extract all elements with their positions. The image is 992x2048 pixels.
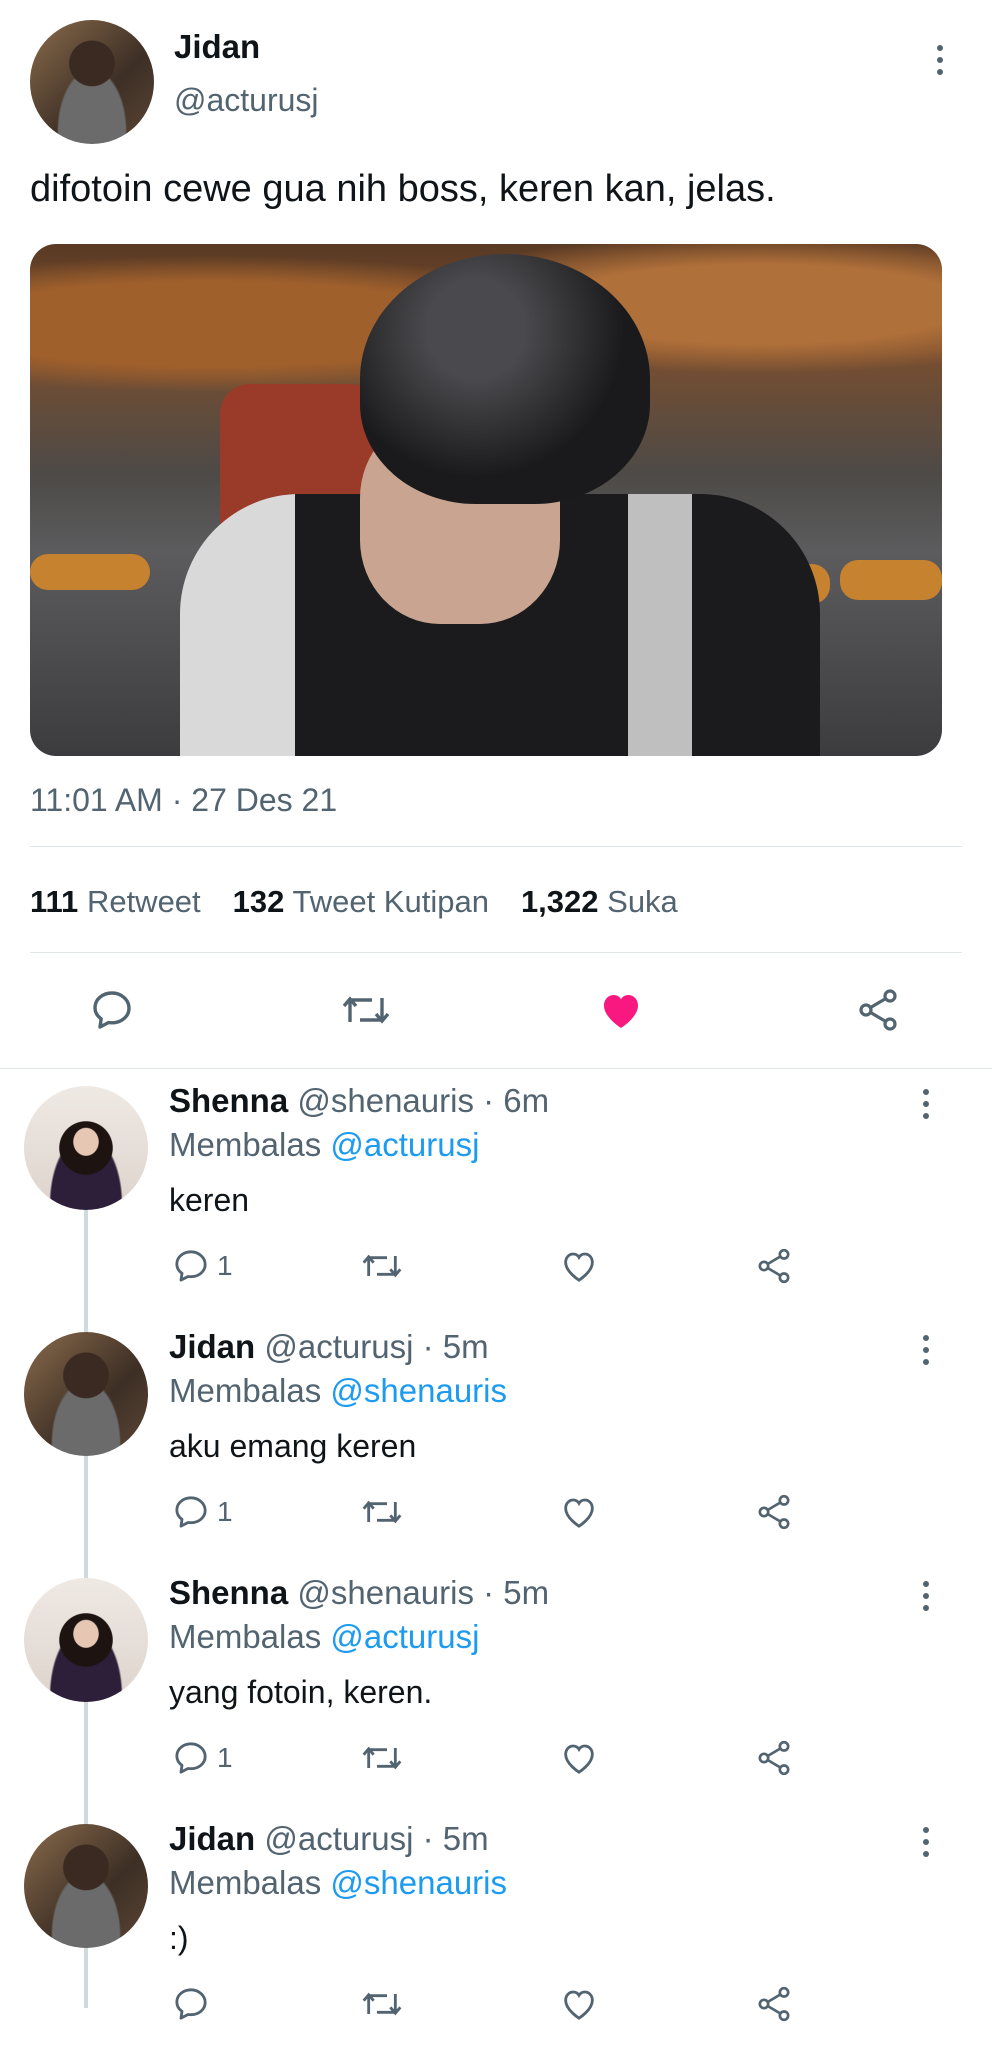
reply-author-name[interactable]: Jidan — [169, 1820, 255, 1857]
reply-button[interactable] — [88, 986, 136, 1034]
reply-author-name[interactable]: Shenna — [169, 1082, 288, 1119]
more-options-icon[interactable] — [914, 1822, 938, 1862]
more-options-icon[interactable] — [928, 40, 952, 80]
avatar[interactable] — [24, 1578, 148, 1702]
reply-button[interactable]: 1 — [171, 1246, 233, 1286]
tweet-text: difotoin cewe gua nih boss, keren kan, j… — [30, 168, 776, 210]
heart-icon — [564, 1744, 594, 1774]
share-button[interactable] — [754, 1246, 794, 1286]
reply-tweet[interactable]: Jidan @acturusj · 5m Membalas @shenauris… — [0, 1820, 992, 2048]
avatar[interactable] — [24, 1824, 148, 1948]
share-button[interactable] — [754, 1492, 794, 1532]
replying-to-label: Membalas — [169, 1126, 322, 1163]
reply-icon — [93, 991, 131, 1029]
quote-stat[interactable]: 132 Tweet Kutipan — [233, 884, 489, 920]
reply-count: 1 — [217, 1250, 233, 1281]
reply-meta: @acturusj · 5m — [264, 1328, 489, 1365]
share-icon — [859, 989, 897, 1031]
like-button[interactable] — [596, 986, 646, 1034]
avatar[interactable] — [24, 1332, 148, 1456]
divider — [30, 846, 962, 847]
reply-text: aku emang keren — [169, 1428, 417, 1464]
tweet-photo[interactable] — [30, 244, 942, 756]
heart-icon — [564, 1252, 594, 1282]
more-options-icon[interactable] — [914, 1330, 938, 1370]
more-options-icon[interactable] — [914, 1084, 938, 1124]
retweet-button[interactable] — [340, 986, 392, 1034]
share-icon — [758, 1248, 790, 1284]
tweet-timestamp[interactable]: 11:01 AM · 27 Des 21 — [30, 782, 337, 819]
author-handle[interactable]: @acturusj — [174, 82, 319, 119]
retweet-button[interactable] — [360, 1738, 404, 1778]
reply-tweet[interactable]: Shenna @shenauris · 6m Membalas @acturus… — [0, 1082, 992, 1328]
retweet-icon — [362, 1992, 402, 2016]
like-button[interactable] — [558, 1738, 600, 1778]
retweet-icon — [362, 1254, 402, 1278]
like-button[interactable] — [558, 1492, 600, 1532]
reply-text: keren — [169, 1182, 250, 1218]
reply-button[interactable]: 1 — [171, 1738, 233, 1778]
reply-tweet[interactable]: Shenna @shenauris · 5m Membalas @acturus… — [0, 1574, 992, 1820]
reply-icon — [175, 1988, 207, 2020]
retweet-button[interactable] — [360, 1246, 404, 1286]
avatar[interactable] — [24, 1086, 148, 1210]
reply-count: 1 — [217, 1742, 233, 1773]
reply-count: 1 — [217, 1496, 233, 1527]
reply-icon — [175, 1250, 207, 1282]
reply-tweet[interactable]: Jidan @acturusj · 5m Membalas @shenauris… — [0, 1328, 992, 1574]
reply-button[interactable]: 1 — [171, 1492, 233, 1532]
reply-button[interactable] — [171, 1984, 217, 2024]
reply-meta: @shenauris · 6m — [297, 1082, 550, 1119]
heart-filled-icon — [604, 995, 638, 1028]
replying-to-label: Membalas — [169, 1864, 322, 1901]
mention-link[interactable]: @shenauris — [330, 1372, 507, 1409]
reply-text: yang fotoin, keren. — [169, 1674, 433, 1710]
share-button[interactable] — [854, 986, 902, 1034]
share-icon — [758, 1494, 790, 1530]
share-button[interactable] — [754, 1738, 794, 1778]
like-button[interactable] — [558, 1246, 600, 1286]
like-stat[interactable]: 1,322 Suka — [521, 884, 678, 920]
replying-to-label: Membalas — [169, 1372, 322, 1409]
tweet-stats: 111 Retweet 132 Tweet Kutipan 1,322 Suka — [30, 884, 678, 920]
replying-to-label: Membalas — [169, 1618, 322, 1655]
heart-icon — [564, 1990, 594, 2020]
reply-list: Shenna @shenauris · 6m Membalas @acturus… — [0, 1082, 992, 2048]
author-name[interactable]: Jidan — [174, 28, 260, 66]
divider — [0, 1068, 992, 1069]
share-icon — [758, 1740, 790, 1776]
reply-meta: @acturusj · 5m — [264, 1820, 489, 1857]
mention-link[interactable]: @acturusj — [330, 1618, 479, 1655]
share-button[interactable] — [754, 1984, 794, 2024]
reply-meta: @shenauris · 5m — [297, 1574, 550, 1611]
reply-icon — [175, 1496, 207, 1528]
retweet-icon — [362, 1500, 402, 1524]
mention-link[interactable]: @shenauris — [330, 1864, 507, 1901]
like-button[interactable] — [558, 1984, 600, 2024]
reply-author-name[interactable]: Jidan — [169, 1328, 255, 1365]
retweet-button[interactable] — [360, 1984, 404, 2024]
heart-icon — [564, 1498, 594, 1528]
more-options-icon[interactable] — [914, 1576, 938, 1616]
avatar[interactable] — [30, 20, 154, 144]
reply-text: :) — [169, 1920, 189, 1956]
reply-icon — [175, 1742, 207, 1774]
retweet-button[interactable] — [360, 1492, 404, 1532]
retweet-icon — [362, 1746, 402, 1770]
retweet-stat[interactable]: 111 Retweet — [30, 884, 201, 920]
retweet-icon — [342, 996, 390, 1024]
divider — [30, 952, 962, 953]
share-icon — [758, 1986, 790, 2022]
mention-link[interactable]: @acturusj — [330, 1126, 479, 1163]
reply-author-name[interactable]: Shenna — [169, 1574, 288, 1611]
